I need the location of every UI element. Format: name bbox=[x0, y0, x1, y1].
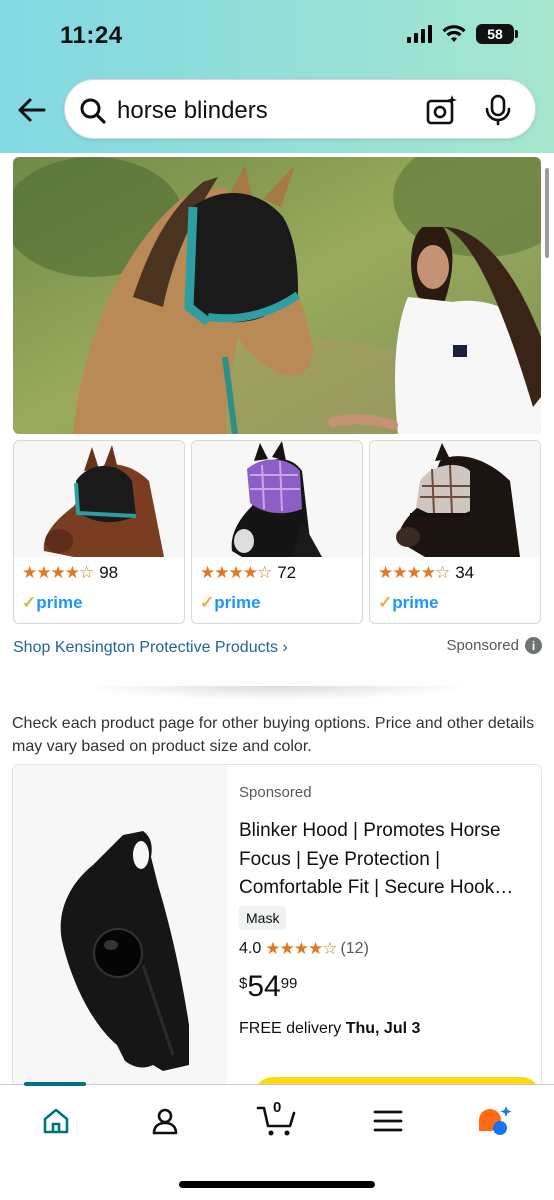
price-fraction: 99 bbox=[280, 975, 298, 992]
rating-count: (12) bbox=[340, 940, 369, 957]
prime-badge: ✓prime bbox=[22, 593, 83, 612]
rating-value: 4.0 bbox=[239, 940, 262, 957]
status-icons: 58 bbox=[407, 24, 518, 44]
brand-product-list: ★★★★☆ 98 ✓prime ★★★★☆ 72 ✓prime ★★★★☆ 34… bbox=[13, 440, 541, 624]
product-image bbox=[14, 441, 184, 557]
product-title[interactable]: Blinker Hood | Promotes Horse Focus | Ey… bbox=[239, 817, 535, 903]
rating-count: 34 bbox=[455, 563, 475, 582]
shop-brand-link[interactable]: Shop Kensington Protective Products › bbox=[13, 639, 288, 657]
star-rating-icon: ★★★★☆ bbox=[265, 939, 337, 958]
nav-rufus[interactable] bbox=[474, 1101, 518, 1141]
product-price: $ 54 99 bbox=[239, 971, 297, 1003]
bottom-navigation: 0 bbox=[0, 1082, 554, 1200]
header: 11:24 58 horse blinders bbox=[0, 0, 554, 153]
product-type-badge: Mask bbox=[239, 906, 287, 930]
star-rating-icon: ★★★★☆ bbox=[22, 563, 94, 582]
delivery-date: Thu, Jul 3 bbox=[345, 1020, 421, 1037]
brand-hero-image[interactable] bbox=[13, 157, 541, 434]
signal-icon bbox=[407, 25, 432, 43]
search-query[interactable]: horse blinders bbox=[117, 97, 268, 125]
sponsored-label[interactable]: Sponsored i bbox=[446, 637, 542, 654]
cart-count: 0 bbox=[273, 1099, 282, 1116]
disclaimer-text: Check each product page for other buying… bbox=[12, 715, 535, 755]
scrollbar[interactable] bbox=[545, 168, 549, 258]
sponsored-label: Sponsored bbox=[239, 784, 312, 801]
search-result-card[interactable]: Sponsored Blinker Hood | Promotes Horse … bbox=[12, 764, 542, 1104]
home-icon bbox=[43, 1108, 69, 1134]
delivery-info: FREE delivery Thu, Jul 3 bbox=[239, 1020, 421, 1037]
brand-product-card[interactable]: ★★★★☆ 98 ✓prime bbox=[13, 440, 185, 624]
microphone-icon[interactable] bbox=[483, 94, 513, 126]
account-icon bbox=[152, 1108, 178, 1135]
rating: ★★★★☆ 34 bbox=[378, 563, 474, 583]
section-divider bbox=[80, 686, 474, 700]
camera-icon[interactable] bbox=[425, 93, 459, 127]
info-icon[interactable]: i bbox=[525, 637, 542, 654]
product-image[interactable] bbox=[13, 765, 227, 1104]
home-indicator[interactable] bbox=[179, 1181, 375, 1188]
nav-home[interactable] bbox=[34, 1101, 78, 1141]
back-arrow-icon[interactable] bbox=[14, 92, 50, 128]
rating: ★★★★☆ 98 bbox=[22, 563, 118, 583]
status-time: 11:24 bbox=[60, 22, 123, 49]
brand-product-card[interactable]: ★★★★☆ 72 ✓prime bbox=[191, 440, 363, 624]
wifi-icon bbox=[442, 25, 466, 42]
active-tab-indicator bbox=[24, 1082, 86, 1086]
search-input[interactable]: horse blinders bbox=[64, 79, 536, 139]
battery-icon: 58 bbox=[476, 24, 518, 44]
star-rating-icon: ★★★★☆ bbox=[200, 563, 272, 582]
rating: ★★★★☆ 72 bbox=[200, 563, 296, 583]
menu-icon bbox=[373, 1110, 403, 1132]
search-icon bbox=[80, 98, 106, 124]
nav-cart[interactable]: 0 bbox=[254, 1099, 298, 1141]
rating-count: 72 bbox=[277, 563, 297, 582]
product-image bbox=[192, 441, 362, 557]
price-symbol: $ bbox=[239, 975, 248, 992]
rufus-icon bbox=[479, 1106, 512, 1135]
nav-account[interactable] bbox=[143, 1101, 187, 1141]
price-whole: 54 bbox=[247, 970, 281, 1003]
rating-count: 98 bbox=[99, 563, 119, 582]
nav-menu[interactable] bbox=[366, 1101, 410, 1141]
brand-product-card[interactable]: ★★★★☆ 34 ✓prime bbox=[369, 440, 541, 624]
prime-badge: ✓prime bbox=[378, 593, 439, 612]
star-rating-icon: ★★★★☆ bbox=[378, 563, 450, 582]
product-rating[interactable]: 4.0 ★★★★☆ (12) bbox=[239, 939, 369, 959]
product-image bbox=[370, 441, 540, 557]
prime-badge: ✓prime bbox=[200, 593, 261, 612]
